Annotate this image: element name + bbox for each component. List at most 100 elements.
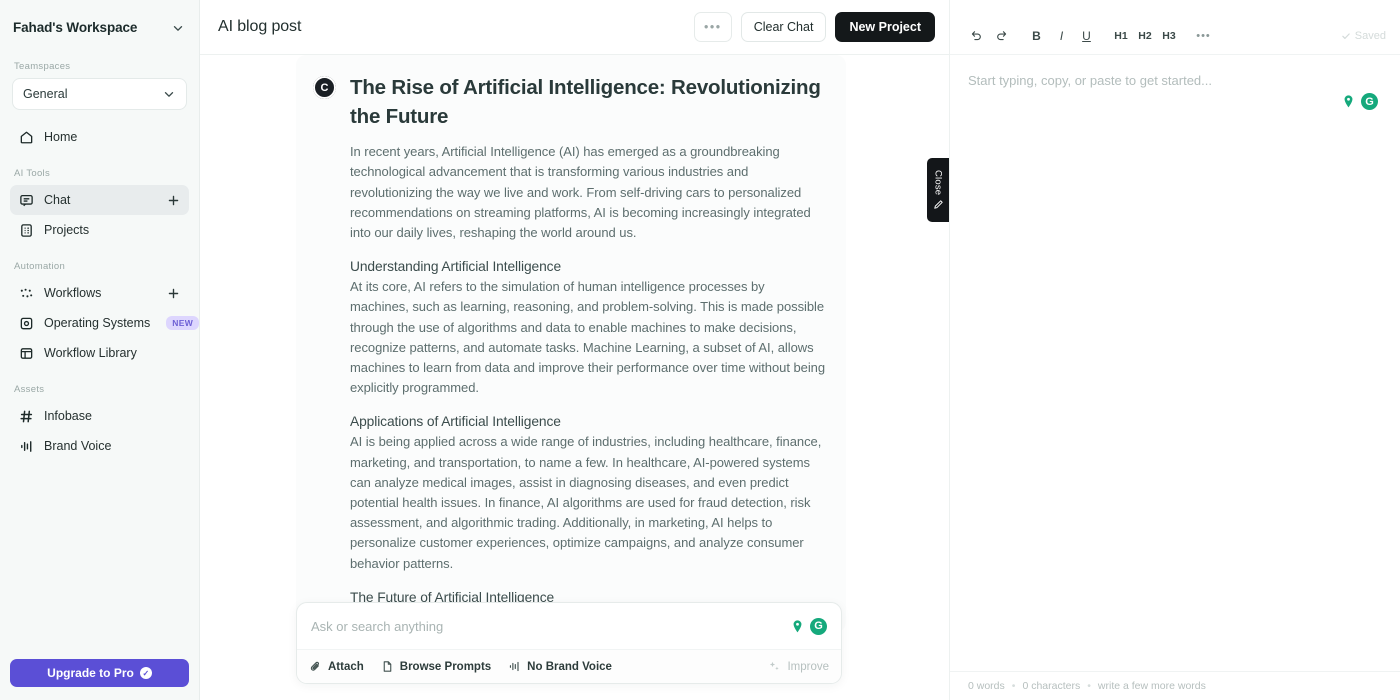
composer-input-row[interactable]: Ask or search anything G bbox=[297, 603, 841, 649]
search-input-placeholder: Ask or search anything bbox=[311, 618, 444, 634]
heading3-button[interactable]: H3 bbox=[1157, 23, 1181, 48]
editor-grammarly-icons: G bbox=[1341, 93, 1378, 110]
clear-chat-label: Clear Chat bbox=[753, 20, 814, 34]
editor-status-bar: 0 words • 0 characters • write a few mor… bbox=[950, 671, 1400, 700]
nav-group-main: Home bbox=[0, 122, 199, 152]
composer-wrapper: Ask or search anything G Attach Browse P… bbox=[296, 602, 842, 684]
waveform-icon bbox=[19, 439, 34, 454]
sidebar-item-infobase[interactable]: Infobase bbox=[10, 401, 189, 431]
article-section1-title: Understanding Artificial Intelligence bbox=[350, 259, 562, 275]
status-separator: • bbox=[1011, 680, 1016, 692]
new-project-label: New Project bbox=[849, 20, 921, 34]
grammarly-logo-icon[interactable]: G bbox=[810, 617, 827, 635]
document-editor-panel: B I U H1 H2 H3 ••• Saved Start typing, c… bbox=[949, 0, 1400, 700]
new-project-button[interactable]: New Project bbox=[835, 12, 935, 42]
brand-voice-selector[interactable]: No Brand Voice bbox=[508, 660, 612, 673]
bold-label: B bbox=[1032, 28, 1041, 43]
chat-area: C The Rise of Artificial Intelligence: R… bbox=[200, 55, 949, 700]
hash-icon bbox=[19, 409, 34, 424]
brand-voice-label: No Brand Voice bbox=[527, 660, 612, 673]
ellipsis-icon: ••• bbox=[1196, 29, 1211, 42]
ai-tools-label: AI Tools bbox=[14, 168, 51, 179]
main-content: AI blog post ••• Clear Chat New Project … bbox=[200, 0, 949, 700]
sidebar-item-workflow-library[interactable]: Workflow Library bbox=[10, 338, 189, 368]
undo-button[interactable] bbox=[964, 23, 989, 48]
check-circle-icon: ✓ bbox=[139, 667, 152, 679]
waveform-icon bbox=[508, 660, 521, 673]
plus-icon[interactable] bbox=[167, 287, 180, 300]
bold-button[interactable]: B bbox=[1024, 23, 1049, 48]
clear-chat-button[interactable]: Clear Chat bbox=[740, 12, 827, 42]
underline-button[interactable]: U bbox=[1074, 23, 1099, 48]
sidebar-item-home[interactable]: Home bbox=[10, 122, 189, 152]
library-icon bbox=[19, 346, 34, 361]
h1-label: H1 bbox=[1114, 29, 1128, 42]
automation-label: Automation bbox=[14, 261, 66, 272]
sparkle-icon bbox=[768, 660, 781, 673]
app-root: Fahad's Workspace Teamspaces General Hom… bbox=[0, 0, 1400, 700]
topbar-actions: ••• Clear Chat New Project bbox=[694, 12, 935, 42]
document-icon bbox=[19, 223, 34, 238]
saved-status: Saved bbox=[1341, 30, 1386, 42]
heading1-button[interactable]: H1 bbox=[1109, 23, 1133, 48]
grammarly-icons: G bbox=[790, 617, 827, 635]
teamspaces-label: Teamspaces bbox=[14, 61, 71, 72]
grammarly-logo-icon[interactable]: G bbox=[1361, 93, 1378, 110]
assets-label: Assets bbox=[14, 384, 45, 395]
italic-button[interactable]: I bbox=[1049, 23, 1074, 48]
sidebar-item-label: Home bbox=[44, 130, 78, 144]
sidebar-item-chat[interactable]: Chat bbox=[10, 185, 189, 215]
saved-label: Saved bbox=[1354, 29, 1386, 42]
redo-icon bbox=[997, 31, 1007, 41]
workspace-title: Fahad's Workspace bbox=[13, 20, 138, 35]
composer: Ask or search anything G Attach Browse P… bbox=[296, 602, 842, 684]
attach-label: Attach bbox=[328, 660, 364, 673]
grammarly-pin-icon[interactable] bbox=[790, 619, 805, 634]
teamspace-select[interactable]: General bbox=[12, 78, 187, 110]
editor-more-button[interactable]: ••• bbox=[1191, 23, 1216, 48]
attach-button[interactable]: Attach bbox=[309, 660, 364, 673]
workflow-icon bbox=[19, 286, 34, 301]
editor-textarea[interactable]: Start typing, copy, or paste to get star… bbox=[950, 55, 1400, 671]
teamspace-select-value: General bbox=[23, 87, 68, 101]
status-badge: NEW bbox=[166, 316, 200, 330]
avatar: C bbox=[313, 76, 336, 99]
article-intro: In recent years, Artificial Intelligence… bbox=[350, 144, 811, 241]
h3-label: H3 bbox=[1162, 29, 1176, 42]
improve-button[interactable]: Improve bbox=[768, 660, 829, 673]
grammarly-pin-icon[interactable] bbox=[1341, 94, 1356, 109]
sidebar-item-label: Workflows bbox=[44, 286, 102, 300]
sidebar-item-label: Infobase bbox=[44, 409, 92, 423]
underline-label: U bbox=[1082, 28, 1091, 43]
h2-label: H2 bbox=[1138, 29, 1152, 42]
browse-prompts-button[interactable]: Browse Prompts bbox=[381, 660, 491, 673]
article-heading: The Rise of Artificial Intelligence: Rev… bbox=[350, 76, 821, 129]
status-separator: • bbox=[1087, 680, 1091, 692]
close-panel-tab[interactable]: Close bbox=[927, 158, 949, 222]
sidebar-item-workflows[interactable]: Workflows bbox=[10, 278, 189, 308]
avatar-initial: C bbox=[313, 76, 336, 99]
redo-button[interactable] bbox=[989, 23, 1014, 48]
sidebar-item-projects[interactable]: Projects bbox=[10, 215, 189, 245]
plus-icon[interactable] bbox=[167, 194, 180, 207]
status-hint: write a few more words bbox=[1097, 680, 1206, 692]
sidebar-item-operating-systems[interactable]: Operating Systems NEW bbox=[10, 308, 200, 338]
upgrade-label: Upgrade to Pro bbox=[47, 666, 134, 680]
editor-placeholder: Start typing, copy, or paste to get star… bbox=[968, 73, 1212, 88]
chevron-down-icon bbox=[164, 91, 174, 97]
composer-toolbar: Attach Browse Prompts No Brand Voice Imp… bbox=[297, 649, 841, 683]
article-section2-title: Applications of Artificial Intelligence bbox=[350, 414, 561, 430]
more-options-button[interactable]: ••• bbox=[694, 12, 732, 42]
pencil-icon bbox=[933, 200, 943, 209]
home-icon bbox=[19, 130, 34, 145]
article-section2-body: AI is being applied across a wide range … bbox=[350, 434, 822, 571]
close-panel-label: Close bbox=[932, 169, 944, 196]
upgrade-section: Upgrade to Pro ✓ bbox=[0, 659, 199, 700]
sidebar-item-brand-voice[interactable]: Brand Voice bbox=[10, 431, 189, 461]
workspace-switcher[interactable]: Fahad's Workspace bbox=[0, 0, 199, 55]
editor-toolbar: B I U H1 H2 H3 ••• Saved bbox=[950, 17, 1400, 55]
heading2-button[interactable]: H2 bbox=[1133, 23, 1157, 48]
upgrade-to-pro-button[interactable]: Upgrade to Pro ✓ bbox=[10, 659, 189, 687]
sidebar-item-label: Brand Voice bbox=[44, 439, 112, 453]
